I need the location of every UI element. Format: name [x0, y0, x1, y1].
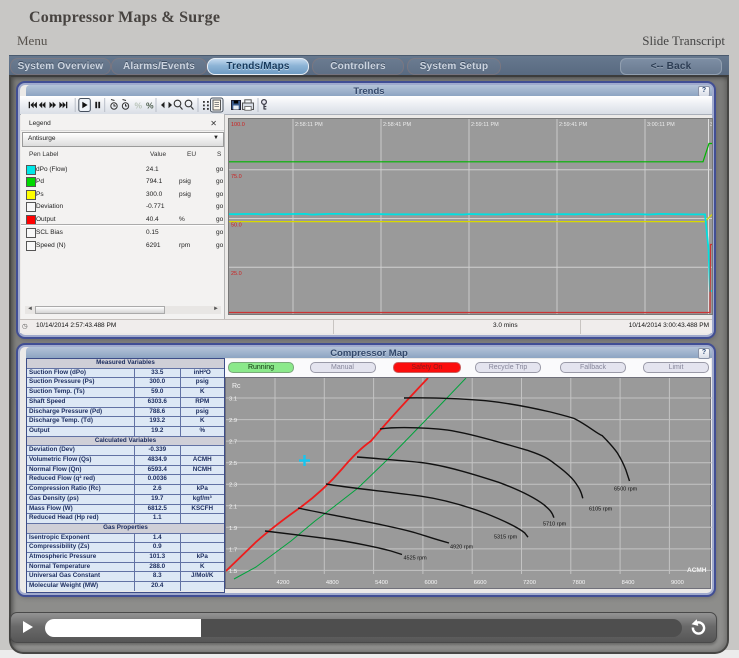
svg-text:%: %	[135, 101, 143, 111]
svg-text:2:59:41 PM: 2:59:41 PM	[559, 122, 588, 128]
svg-text:4525 rpm: 4525 rpm	[404, 556, 428, 562]
svg-text:1.9: 1.9	[229, 526, 237, 532]
svg-text:%: %	[146, 101, 154, 111]
svg-text:6600: 6600	[474, 580, 487, 586]
svg-text:2.3: 2.3	[229, 483, 237, 489]
svg-text:6000: 6000	[424, 580, 437, 586]
svg-text:3:00:11 PM: 3:00:11 PM	[647, 122, 675, 128]
svg-text:2.5: 2.5	[229, 461, 237, 467]
svg-text:6105 rpm: 6105 rpm	[589, 507, 613, 513]
svg-text:25.0: 25.0	[231, 271, 242, 277]
svg-text:8400: 8400	[622, 580, 635, 586]
svg-text:1.5: 1.5	[229, 569, 237, 575]
svg-text:7800: 7800	[572, 580, 585, 586]
svg-text:4800: 4800	[326, 580, 339, 586]
svg-text:6500 rpm: 6500 rpm	[614, 487, 638, 493]
svg-text:7200: 7200	[523, 580, 536, 586]
svg-text:5315 rpm: 5315 rpm	[494, 535, 518, 541]
svg-text:2.9: 2.9	[229, 418, 237, 424]
svg-text:2.7: 2.7	[229, 440, 237, 446]
svg-text:1.7: 1.7	[229, 547, 237, 553]
svg-text:3.1: 3.1	[229, 397, 237, 403]
svg-text:75.0: 75.0	[231, 174, 242, 180]
svg-text:2:58:41 PM: 2:58:41 PM	[383, 122, 412, 128]
svg-text:ACMH: ACMH	[687, 567, 707, 574]
svg-text:4200: 4200	[277, 580, 290, 586]
svg-text:2.1: 2.1	[229, 504, 237, 510]
svg-text:100.0: 100.0	[231, 122, 245, 128]
svg-text:2:58:11 PM: 2:58:11 PM	[295, 122, 323, 128]
svg-text:5710 rpm: 5710 rpm	[543, 522, 567, 528]
svg-text:9000: 9000	[671, 580, 684, 586]
svg-text:50.0: 50.0	[231, 223, 242, 229]
svg-text:2:59:11 PM: 2:59:11 PM	[471, 122, 499, 128]
svg-text:3:: 3:	[710, 122, 712, 128]
svg-text:Rc: Rc	[232, 383, 241, 390]
svg-text:5400: 5400	[375, 580, 388, 586]
svg-text:4920 rpm: 4920 rpm	[450, 545, 474, 551]
